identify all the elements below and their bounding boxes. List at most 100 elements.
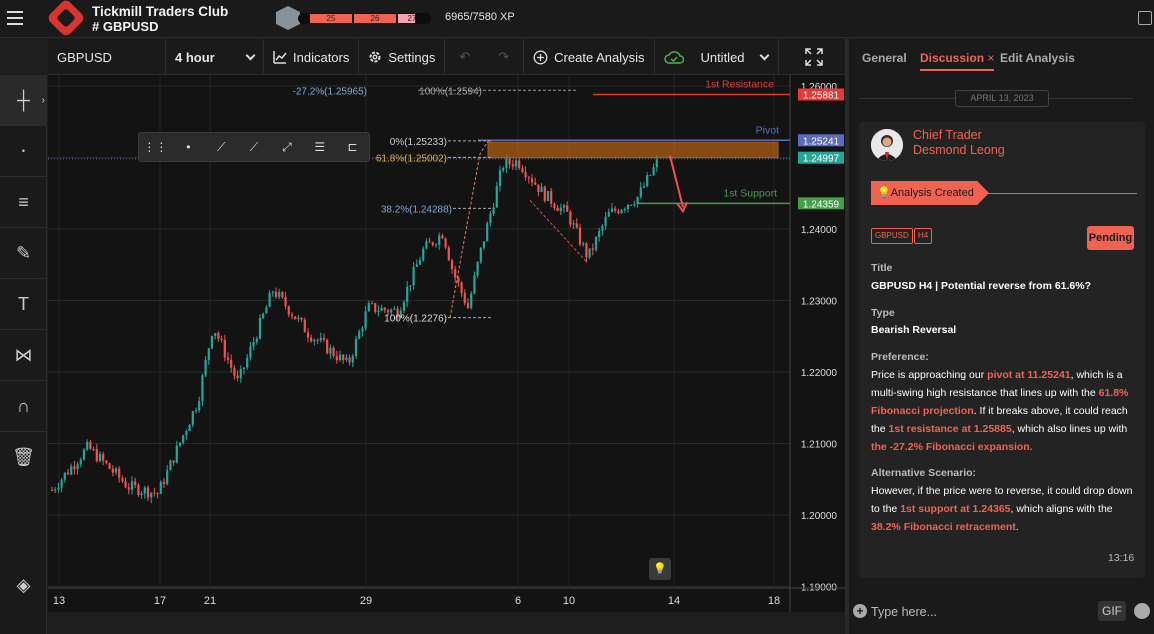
analysis-type: Bearish Reversal [871, 324, 957, 336]
candle-body [380, 307, 383, 311]
discussion-panel: General Discussion × Edit Analysis APRIL… [849, 39, 1154, 634]
candle-body [415, 264, 418, 267]
tab-edit-analysis[interactable]: Edit Analysis [1000, 51, 1075, 65]
undo-icon[interactable]: ↶ [459, 49, 470, 65]
indicators-label: Indicators [293, 49, 350, 65]
pref-text-1: Price is approaching our [871, 369, 988, 381]
candle-body [383, 307, 386, 311]
candle-body [313, 339, 316, 342]
author-role: Chief Trader [913, 128, 982, 142]
layout-dropdown[interactable]: Untitled [655, 39, 779, 75]
message-time: 13:16 [1108, 552, 1135, 564]
pivot-zone-box [487, 141, 779, 159]
candle-body [412, 266, 415, 286]
history-buttons: ↶ ↷ [445, 39, 525, 75]
layers-tool[interactable]: ◈ [0, 560, 47, 611]
horizontal-line-icon[interactable]: ☰ [303, 140, 336, 154]
candle-body [518, 160, 521, 168]
candle-body [454, 269, 457, 278]
fullscreen-button[interactable] [779, 39, 832, 75]
candle-body [540, 186, 543, 193]
dot-icon[interactable]: • [172, 140, 205, 154]
author-name: Desmond Leong [913, 143, 1005, 157]
candle-body [521, 167, 524, 173]
candle-body [73, 466, 76, 470]
tab-general[interactable]: General [862, 51, 907, 65]
create-analysis-button[interactable]: Create Analysis [524, 39, 655, 75]
lines-icon: ≡ [18, 191, 29, 212]
pref-highlight-expansion: the -27.2% Fibonacci expansion. [871, 441, 1033, 453]
gif-button[interactable]: GIF [1098, 601, 1126, 621]
menu-icon[interactable] [7, 11, 23, 25]
layout-name: Untitled [700, 49, 745, 65]
lines-tool[interactable]: ≡ [0, 177, 47, 228]
resistance-price-marker: 1.25881 [803, 91, 840, 102]
candle-body [553, 203, 556, 208]
candle-body [287, 306, 290, 315]
timeframe-dropdown[interactable]: 4 hour [166, 39, 264, 75]
candle-body [348, 357, 351, 363]
candle-body [591, 248, 594, 250]
settings-button[interactable]: Settings [359, 39, 446, 75]
preference-text: Price is approaching our pivot at 11.252… [871, 366, 1137, 456]
candle-body [86, 441, 89, 450]
message-composer: + GIF [849, 596, 1154, 634]
pivot-price-marker: 1.25241 [803, 136, 840, 147]
price-tick-label: 1.20000 [801, 511, 838, 522]
candle-body [130, 481, 134, 490]
date-pill: APRIL 13, 2023 [955, 90, 1049, 107]
brush-tool[interactable]: ✎ [0, 228, 47, 279]
tab-discussion[interactable]: Discussion × [920, 51, 995, 71]
candle-body [252, 342, 255, 347]
panel-toggle-icon[interactable] [1138, 11, 1152, 25]
delete-tool[interactable]: 🗑 [0, 432, 47, 483]
candle-body [207, 348, 210, 360]
candle-body [194, 410, 198, 412]
candle-body [124, 481, 127, 488]
text-tool[interactable]: T [0, 279, 47, 330]
candle-body [623, 208, 626, 210]
candle-body [463, 292, 466, 304]
indicators-button[interactable]: Indicators [264, 39, 360, 75]
bulb-icon: 💡 [877, 187, 891, 199]
channel-icon[interactable]: ⊏ [336, 140, 369, 154]
candle-body [498, 170, 502, 187]
emoji-icon[interactable] [1134, 603, 1150, 619]
chevron-down-icon [760, 50, 770, 60]
candle-body [258, 317, 262, 339]
idea-icon[interactable]: 💡 [649, 558, 671, 580]
date-tick-label: 13 [53, 595, 65, 607]
candle-body [402, 301, 406, 311]
candle-body [447, 247, 450, 261]
gear-icon [369, 51, 381, 63]
date-tick-label: 17 [154, 595, 166, 607]
magnet-tool[interactable]: ∩ [0, 381, 47, 432]
crosshair-tool[interactable]: ┼ › [0, 75, 47, 126]
line-icon[interactable]: ⟋ [238, 140, 271, 155]
candle-body [646, 175, 649, 187]
drag-handle-icon[interactable]: ⋮⋮ [139, 140, 172, 154]
date-tick-label: 29 [360, 595, 372, 607]
candle-body [342, 354, 345, 360]
redo-icon[interactable]: ↷ [498, 49, 509, 65]
crosshair-icon: ┼ [17, 89, 30, 110]
message-input[interactable] [871, 602, 1091, 621]
pattern-tool[interactable]: ⋈ [0, 330, 47, 381]
candle-body [476, 261, 479, 276]
candle-body [242, 367, 246, 369]
extended-line-icon[interactable]: ⤢ [270, 140, 303, 155]
candle-body [335, 356, 338, 361]
candle-body [514, 160, 518, 167]
create-analysis-label: Create Analysis [554, 49, 645, 65]
candle-body [76, 464, 79, 470]
candle-body [486, 223, 489, 242]
candle-body [214, 333, 217, 336]
candle-body [233, 367, 236, 376]
ray-icon[interactable]: ⟋ [205, 140, 238, 155]
dot-tool[interactable]: • [0, 126, 47, 177]
symbol-selector[interactable]: GBPUSD [48, 39, 166, 75]
close-icon[interactable]: × [987, 51, 994, 65]
candle-body [633, 204, 636, 206]
candle-body [316, 339, 319, 341]
attach-plus-icon[interactable]: + [853, 604, 867, 618]
